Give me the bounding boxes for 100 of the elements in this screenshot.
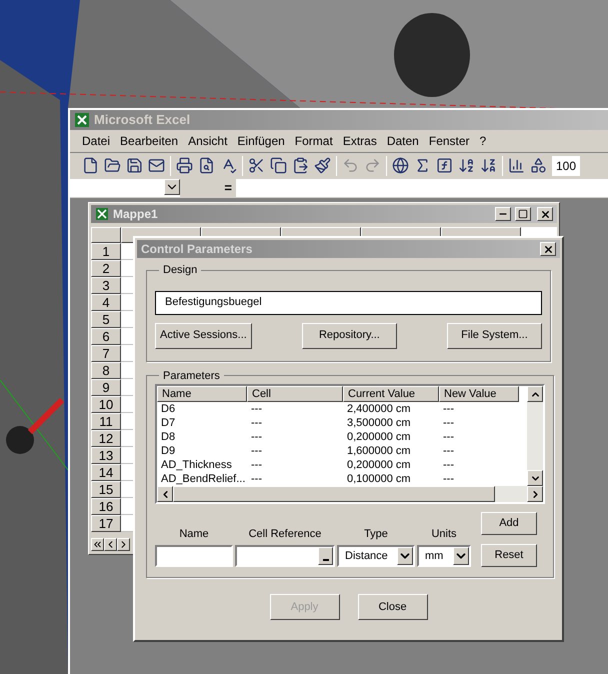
- name-input-field[interactable]: [155, 545, 233, 567]
- row-header[interactable]: 16: [91, 498, 121, 515]
- row-header[interactable]: 10: [91, 396, 121, 413]
- field-label: Name: [178, 526, 210, 542]
- list-cell-text: ---: [250, 458, 263, 472]
- vertical-scrollbar[interactable]: [527, 386, 543, 486]
- list-cell-text: ---: [442, 416, 455, 430]
- shapes-icon[interactable]: [530, 157, 547, 174]
- list-cell-text: AD_Thickness: [160, 458, 233, 472]
- dialog-button[interactable]: Add: [481, 512, 537, 535]
- dialog-title: Control Parameters: [141, 241, 254, 258]
- menu-item[interactable]: Format: [294, 132, 333, 150]
- close-button[interactable]: [537, 207, 553, 221]
- zoom-field[interactable]: 100: [552, 156, 580, 176]
- row-header[interactable]: 11: [91, 413, 121, 430]
- list-cell-text: ---: [442, 472, 455, 486]
- dialog-button[interactable]: Active Sessions...: [155, 322, 252, 348]
- list-cell-text: 1,600000 cm: [346, 444, 412, 458]
- cell-reference-field[interactable]: [235, 545, 335, 567]
- menu-item[interactable]: Ansicht: [188, 132, 228, 150]
- row-header[interactable]: 12: [91, 430, 121, 447]
- chart-icon[interactable]: [508, 157, 525, 174]
- row-header[interactable]: 6: [91, 328, 121, 345]
- menu-item[interactable]: Datei: [82, 132, 110, 150]
- row-header[interactable]: 4: [91, 294, 121, 311]
- mail-icon[interactable]: [148, 157, 165, 174]
- column-header[interactable]: New Value: [439, 386, 519, 402]
- paintbrush-icon[interactable]: [314, 157, 331, 174]
- field-label: Cell Reference: [248, 526, 322, 542]
- column-header[interactable]: Cell: [247, 386, 343, 402]
- list-cell-text: D8: [160, 430, 176, 444]
- dialog-button[interactable]: File System...: [446, 322, 542, 348]
- row-header[interactable]: 17: [91, 515, 121, 532]
- row-header[interactable]: 15: [91, 481, 121, 498]
- menu-item[interactable]: Extras: [342, 132, 377, 150]
- menu-item[interactable]: ?: [480, 132, 486, 150]
- sort-ascending-icon[interactable]: [458, 157, 475, 174]
- design-name-field[interactable]: Befestigungsbuegel: [155, 290, 542, 314]
- scroll-up-button[interactable]: [527, 386, 543, 402]
- units-dropdown[interactable]: mm: [417, 545, 471, 567]
- list-cell-text: ---: [250, 444, 263, 458]
- first-sheet-icon[interactable]: [91, 538, 104, 550]
- globe-icon[interactable]: [392, 157, 409, 174]
- list-cell-text: D9: [160, 444, 176, 458]
- row-header[interactable]: 5: [91, 311, 121, 328]
- column-header[interactable]: Current Value: [343, 386, 439, 402]
- field-label: Units: [430, 526, 458, 542]
- formula-field[interactable]: [236, 179, 608, 197]
- row-header[interactable]: 2: [91, 260, 121, 277]
- menu-item[interactable]: Einfügen: [237, 132, 285, 150]
- dialog-button[interactable]: Close: [358, 594, 428, 620]
- previous-sheet-icon[interactable]: [104, 538, 117, 550]
- scroll-left-button[interactable]: [157, 486, 173, 502]
- scroll-down-button[interactable]: [527, 470, 543, 486]
- row-header[interactable]: 7: [91, 345, 121, 362]
- scroll-right-button[interactable]: [527, 486, 543, 502]
- row-header[interactable]: 1: [91, 243, 121, 260]
- list-row[interactable]: D7 --- 3,500000 cm ---: [157, 416, 527, 430]
- dialog-button[interactable]: Repository...: [302, 322, 397, 348]
- save-icon[interactable]: [126, 157, 143, 174]
- row-header[interactable]: 13: [91, 447, 121, 464]
- cut-icon[interactable]: [248, 157, 265, 174]
- print-icon[interactable]: [176, 157, 193, 174]
- print-preview-icon[interactable]: [198, 157, 215, 174]
- list-row[interactable]: D6 --- 2,400000 cm ---: [157, 402, 527, 416]
- scroll-thumb[interactable]: [173, 486, 495, 502]
- list-cell-text: 0,100000 cm: [346, 472, 412, 486]
- row-header[interactable]: 9: [91, 379, 121, 396]
- maximize-button[interactable]: [515, 207, 531, 221]
- sort-descending-icon[interactable]: [480, 157, 497, 174]
- row-header[interactable]: 3: [91, 277, 121, 294]
- name-box[interactable]: [70, 179, 180, 197]
- horizontal-scrollbar[interactable]: [157, 486, 543, 502]
- list-cell-text: D6: [160, 402, 176, 416]
- menu-item[interactable]: Daten: [386, 132, 419, 150]
- copy-icon[interactable]: [270, 157, 287, 174]
- list-row[interactable]: D8 --- 0,200000 cm ---: [157, 430, 527, 444]
- list-row[interactable]: D9 --- 1,600000 cm ---: [157, 444, 527, 458]
- dialog-button[interactable]: Reset: [481, 544, 537, 567]
- minimize-button[interactable]: [495, 207, 511, 221]
- row-header[interactable]: 14: [91, 464, 121, 481]
- list-row[interactable]: AD_BendRelief... --- 0,100000 cm ---: [157, 472, 527, 486]
- list-row[interactable]: AD_Thickness --- 0,200000 cm ---: [157, 458, 527, 472]
- window-title: Microsoft Excel: [94, 111, 190, 130]
- close-button[interactable]: [540, 242, 556, 256]
- open-folder-icon[interactable]: [104, 157, 121, 174]
- menu-item[interactable]: Bearbeiten: [120, 132, 178, 150]
- pick-cell-icon[interactable]: [318, 547, 333, 565]
- paste-icon[interactable]: [292, 157, 309, 174]
- type-dropdown[interactable]: Distance: [337, 545, 415, 567]
- list-cell-text: ---: [250, 430, 263, 444]
- workbook-icon: [95, 207, 109, 221]
- row-header[interactable]: 8: [91, 362, 121, 379]
- column-header[interactable]: Name: [157, 386, 247, 402]
- list-cell-text: ---: [442, 458, 455, 472]
- next-sheet-icon[interactable]: [117, 538, 130, 550]
- field-label: Type: [363, 526, 389, 542]
- menu-item[interactable]: Fenster: [428, 132, 470, 150]
- function-icon[interactable]: [436, 157, 453, 174]
- new-file-icon[interactable]: [82, 157, 99, 174]
